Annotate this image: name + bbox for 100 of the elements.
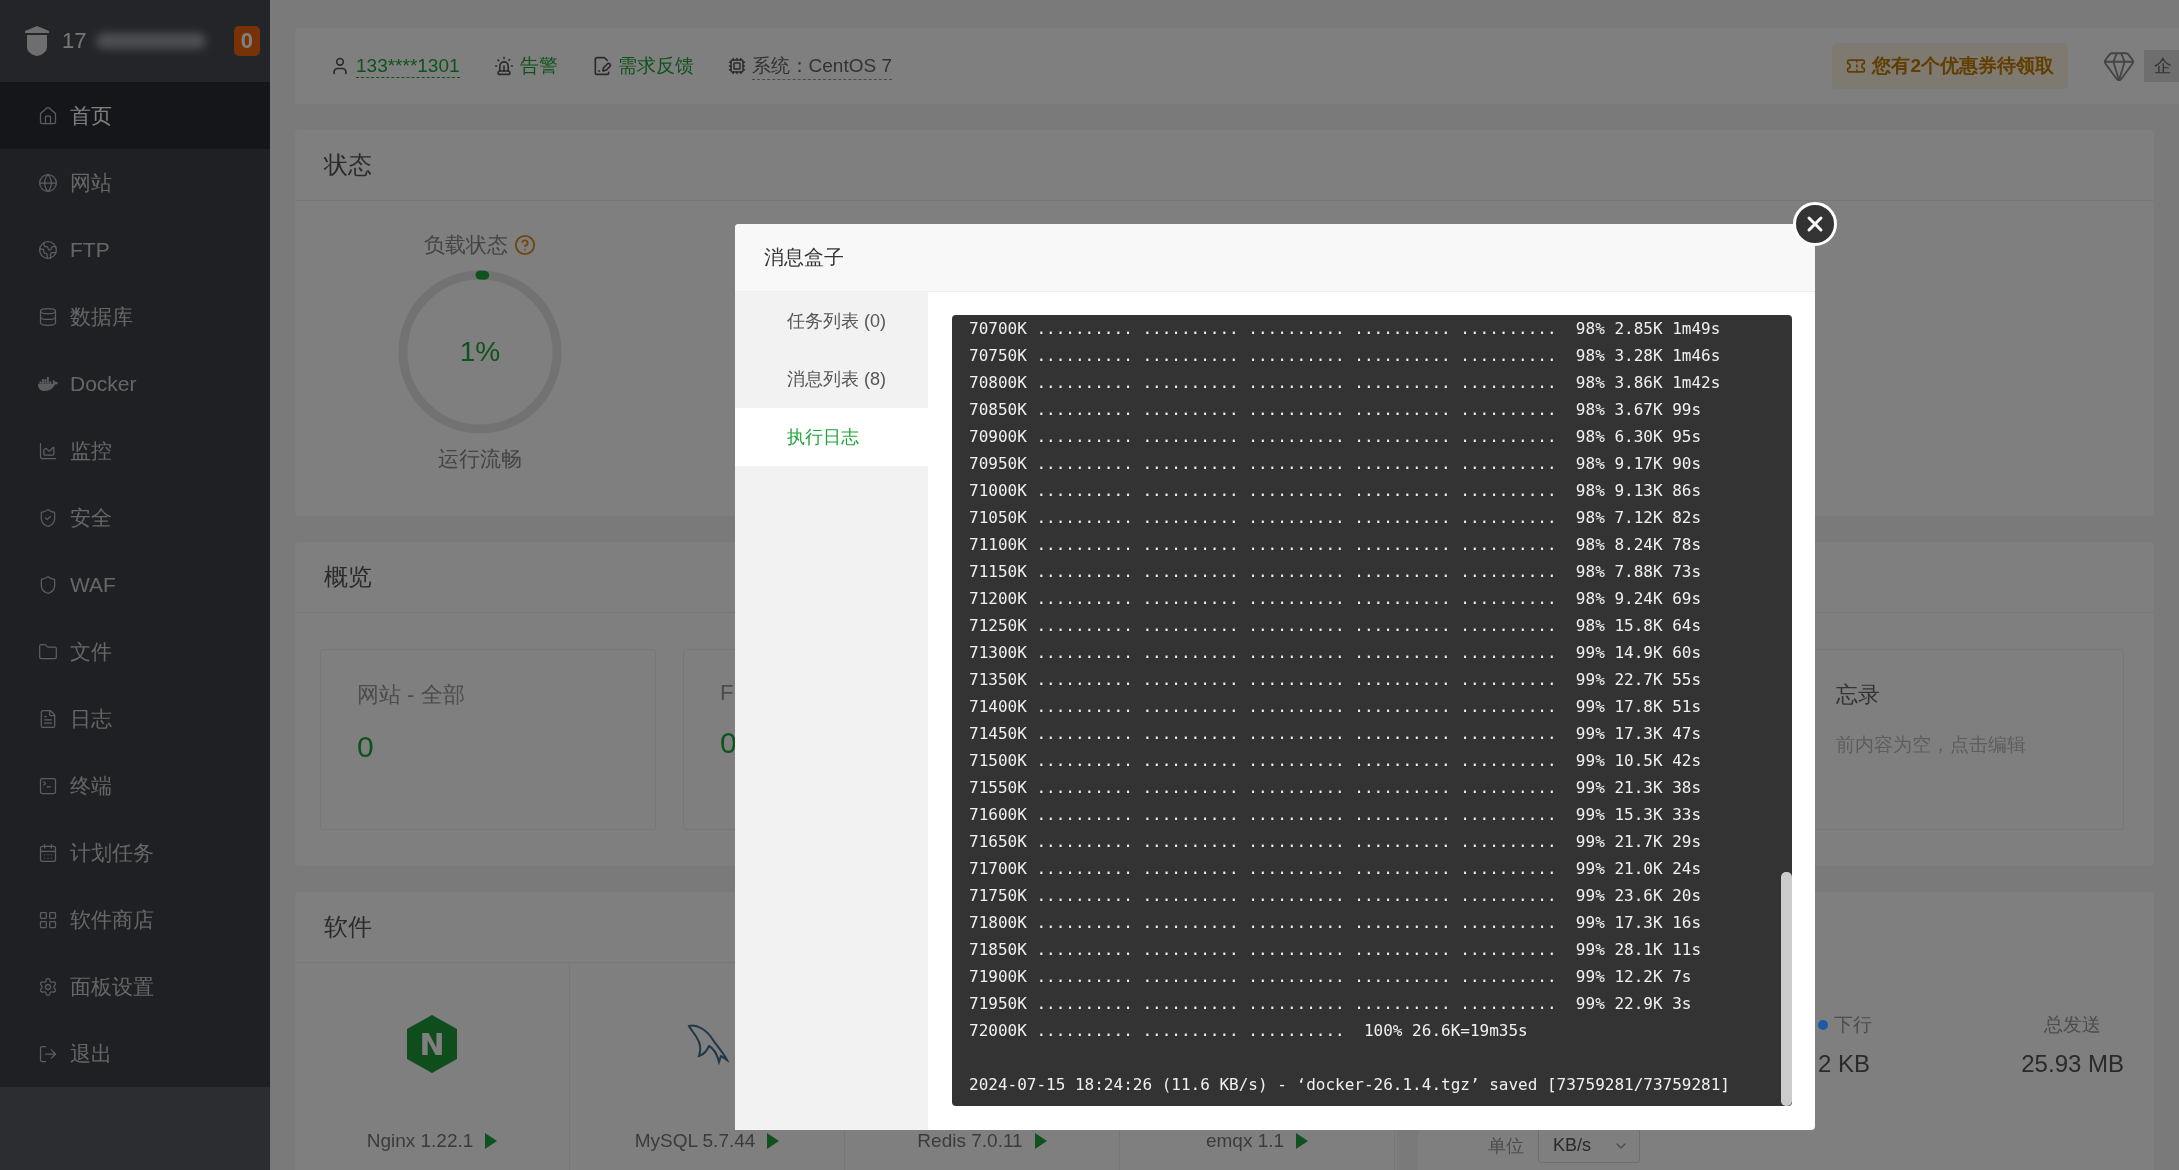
card-title: 状态 [295, 130, 2154, 201]
shield-icon [38, 574, 58, 595]
sidebar-item[interactable]: Docker [0, 350, 270, 417]
sidebar-item[interactable]: 文件 [0, 618, 270, 685]
dialog-tab[interactable]: 任务列表 (0) [735, 292, 928, 350]
sidebar-label: 计划任务 [70, 839, 154, 866]
sidebar-item[interactable]: FTP [0, 216, 270, 283]
stat-value: 2 KB [1818, 1050, 1871, 1078]
diamond-icon [2102, 49, 2136, 83]
log-line: 71550K .......... .......... .......... .......... .......... 99% 21.3K 38s [969, 777, 1703, 799]
log-line: 70950K .......... .......... .......... .......... .......... 98% 9.17K 90s [969, 453, 1703, 475]
play-icon[interactable] [485, 1133, 498, 1149]
account-link[interactable]: 133****1301 [356, 54, 460, 78]
system-info[interactable]: 系统：CentOS 7 [751, 52, 892, 80]
calendar-icon [38, 842, 58, 863]
log-line: 71000K .......... .......... .......... .......... .......... 98% 9.13K 86s [969, 480, 1703, 502]
scrollbar-thumb[interactable] [1781, 872, 1792, 1106]
gauge-value: 1% [459, 336, 501, 368]
sidebar-item[interactable]: 监控 [0, 417, 270, 484]
software-name: Nginx 1.22.1 [366, 1130, 474, 1152]
sidebar-item[interactable]: 数据库 [0, 283, 270, 350]
sidebar-label: 数据库 [70, 303, 133, 330]
sidebar-item[interactable]: 网站 [0, 149, 270, 216]
shield-check-icon [38, 507, 58, 528]
settings-icon [38, 976, 58, 997]
software-name: Redis 7.0.11 [917, 1130, 1023, 1152]
grid-icon [38, 909, 58, 930]
alert-link[interactable]: 告警 [519, 53, 558, 79]
edition-tag[interactable]: 企 [2144, 50, 2179, 82]
ticket-icon [1846, 56, 1867, 76]
sidebar-label: Docker [70, 371, 137, 396]
logout-icon [38, 1043, 58, 1064]
help-icon[interactable] [514, 234, 536, 256]
globe-icon [38, 172, 58, 193]
log-line: 71050K .......... .......... .......... .......... .......... 98% 7.12K 82s [969, 507, 1703, 529]
log-line: 71600K .......... .......... .......... .......... .......... 99% 15.3K 33s [969, 804, 1703, 826]
log-line: 2024-07-15 18:24:26 (11.6 KB/s) - ‘docker-26.1.4.tgz’ saved [73759281/73759281] [969, 1074, 1731, 1096]
log-line: 70700K .......... .......... .......... .......... .......... 98% 2.85K 1m49s [969, 318, 1722, 340]
terminal-icon [38, 775, 58, 796]
castle-logo-icon [22, 25, 52, 57]
sidebar-item[interactable]: 首页 [0, 82, 270, 149]
brand-text: 17 [62, 28, 87, 54]
log-line: 70850K .......... .......... .......... .......... .......... 98% 3.67K 99s [969, 399, 1703, 421]
log-line: 71900K .......... .......... .......... .......... .......... 99% 12.2K 7s [969, 966, 1693, 988]
gauge-caption: 运行流畅 [438, 446, 522, 472]
sidebar-item[interactable]: 软件商店 [0, 886, 270, 953]
siren-icon [493, 56, 514, 76]
sidebar-label: 监控 [70, 437, 112, 464]
stat-value: 25.93 MB [2021, 1050, 2124, 1078]
sidebar-label: WAF [70, 572, 116, 597]
sidebar-label: 文件 [70, 638, 112, 665]
software-name: emqx 1.1 [1205, 1130, 1285, 1152]
chip-icon [727, 57, 746, 75]
sidebar-item[interactable]: 面板设置 [0, 953, 270, 1020]
sidebar-item[interactable]: 退出 [0, 1020, 270, 1087]
sidebar-label: 首页 [70, 102, 112, 129]
sidebar-label: 退出 [70, 1040, 112, 1067]
log-line: 71950K .......... .......... .......... .......... .......... 99% 22.9K 3s [969, 993, 1693, 1015]
play-icon[interactable] [1296, 1133, 1309, 1149]
log-line: 71350K .......... .......... .......... .......... .......... 99% 22.7K 55s [969, 669, 1703, 691]
log-line: 71500K .......... .......... .......... .......... .......... 99% 10.5K 42s [969, 750, 1703, 772]
dialog-tab[interactable]: 消息列表 (8) [735, 350, 928, 408]
document-icon [38, 708, 58, 729]
gauge-label: 负载状态 [424, 232, 508, 258]
sidebar-label: 网站 [70, 169, 112, 196]
log-line: 70900K .......... .......... .......... .......... .......... 98% 6.30K 95s [969, 426, 1703, 448]
log-line: 71300K .......... .......... .......... .......... .......... 99% 14.9K 60s [969, 642, 1703, 664]
dialog-title: 消息盒子 [764, 245, 844, 270]
globe-icon [38, 239, 58, 260]
sidebar-item[interactable]: 安全 [0, 484, 270, 551]
log-line: 72000K .......... .......... .......... 100% 26.6K=19m35s [969, 1020, 1529, 1042]
folder-icon [38, 641, 58, 662]
sidebar-item[interactable]: 日志 [0, 685, 270, 752]
log-line: 71450K .......... .......... .......... .......... .......... 99% 17.3K 47s [969, 723, 1703, 745]
home-icon [38, 105, 58, 126]
memo-title: 忘录 [1836, 681, 1881, 709]
sidebar-item[interactable]: WAF [0, 551, 270, 618]
chart-icon [38, 440, 58, 461]
sidebar-item[interactable]: 计划任务 [0, 819, 270, 886]
sidebar-label: 安全 [70, 504, 112, 531]
log-line: 70800K .......... .......... .......... .......... .......... 98% 3.86K 1m42s [969, 372, 1722, 394]
sidebar-item[interactable]: 终端 [0, 752, 270, 819]
hexagon-logo-icon: N [404, 1013, 460, 1075]
dialog-tab[interactable]: 执行日志 [735, 408, 928, 466]
log-line: 71200K .......... .......... .......... .......... .......... 98% 9.24K 69s [969, 588, 1703, 610]
software-name: MySQL 5.7.44 [634, 1130, 756, 1152]
coupon-banner[interactable]: 您有2个优惠券待领取 [1832, 43, 2068, 89]
notification-badge[interactable]: 0 [233, 26, 260, 56]
log-line: 71400K .......... .......... .......... .......... .......... 99% 17.8K 51s [969, 696, 1703, 718]
stat-value: 0 [357, 730, 375, 764]
sidebar-label: FTP [70, 237, 110, 262]
log-line: 71650K .......... .......... .......... .......... .......... 99% 21.7K 29s [969, 831, 1703, 853]
feedback-link[interactable]: 需求反馈 [617, 53, 694, 79]
log-line: 71150K .......... .......... .......... .......... .......... 98% 7.88K 73s [969, 561, 1703, 583]
database-icon [38, 306, 58, 327]
play-icon[interactable] [1034, 1133, 1047, 1149]
sidebar-label: 面板设置 [70, 973, 154, 1000]
sidebar-label: 软件商店 [70, 906, 154, 933]
play-icon[interactable] [767, 1133, 780, 1149]
log-line: 71250K .......... .......... .......... .......... .......... 98% 15.8K 64s [969, 615, 1703, 637]
